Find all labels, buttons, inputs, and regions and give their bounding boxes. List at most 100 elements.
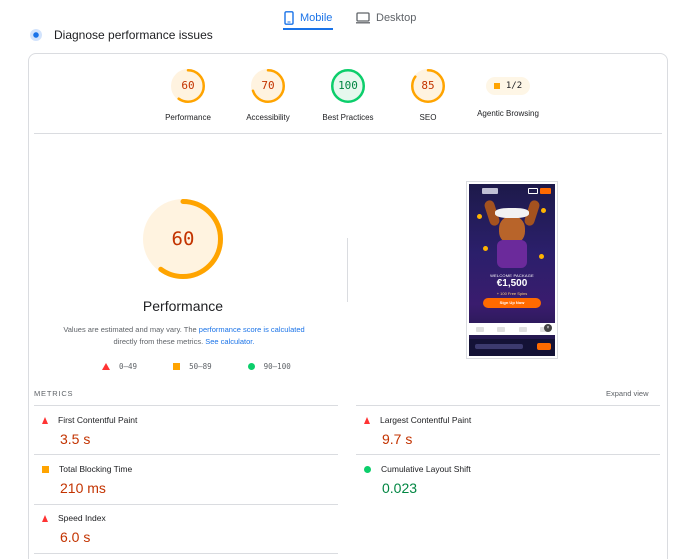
main-performance-gauge: 60 xyxy=(143,199,223,279)
note-text-1: Values are estimated and may vary. The xyxy=(63,325,199,334)
category-gauges: 60 Performance 70 Accessibility 100 Best… xyxy=(140,69,560,129)
mastercard-icon xyxy=(497,326,506,332)
metric-tbt-value: 210 ms xyxy=(60,480,106,496)
apple-pay-icon xyxy=(518,326,527,332)
cookie-bar-text xyxy=(475,344,523,349)
coin-icon xyxy=(541,208,546,213)
metric-tbt: Total Blocking Time 210 ms xyxy=(42,464,322,496)
agentic-badge-text: 1/2 xyxy=(505,81,523,91)
metric-si-name: Speed Index xyxy=(58,513,106,523)
coin-icon xyxy=(477,214,482,219)
performance-score-link[interactable]: performance score is calculated xyxy=(199,325,305,334)
final-screenshot[interactable]: WELCOME PACKAGE €1,500 + 100 Free Spins … xyxy=(466,181,558,359)
score-legend: 0–49 50–89 90–100 xyxy=(102,362,327,371)
metric-cls: Cumulative Layout Shift 0.023 xyxy=(364,464,644,496)
legend-pass-range: 90–100 xyxy=(263,362,291,371)
metric-si-value: 6.0 s xyxy=(60,529,91,545)
fail-triangle-icon xyxy=(42,514,48,522)
category-best-practices[interactable]: 100 Best Practices xyxy=(303,69,393,122)
divider xyxy=(34,405,338,406)
best-practices-score: 100 xyxy=(338,79,358,92)
metric-cls-value: 0.023 xyxy=(382,480,418,496)
metric-lcp-name: Largest Contentful Paint xyxy=(380,415,472,425)
diagnose-icon xyxy=(30,29,42,41)
see-calculator-link[interactable]: See calculator. xyxy=(205,337,254,346)
best-practices-label: Best Practices xyxy=(322,113,374,122)
tab-mobile-label: Mobile xyxy=(300,12,333,24)
fail-triangle-icon xyxy=(102,363,110,370)
performance-label: Performance xyxy=(165,113,211,122)
tab-desktop[interactable]: Desktop xyxy=(356,6,416,30)
main-performance-label: Performance xyxy=(142,298,224,314)
accessibility-label: Accessibility xyxy=(246,113,290,122)
category-performance[interactable]: 60 Performance xyxy=(143,69,233,122)
category-seo[interactable]: 85 SEO xyxy=(383,69,473,122)
agentic-label: Agentic Browsing xyxy=(477,109,539,118)
bonus-amount: €1,500 xyxy=(496,278,528,289)
expand-view-button[interactable]: Expand view xyxy=(606,389,649,398)
main-performance-score: 60 xyxy=(171,228,195,250)
metrics-heading: METRICS xyxy=(34,389,74,398)
performance-score: 60 xyxy=(181,79,195,92)
divider xyxy=(34,454,338,455)
metric-tbt-name: Total Blocking Time xyxy=(59,464,133,474)
accessibility-gauge: 70 xyxy=(251,69,285,103)
average-square-icon xyxy=(42,465,49,473)
payment-methods xyxy=(469,323,555,335)
site-signup-button xyxy=(540,188,551,194)
seo-gauge: 85 xyxy=(411,69,445,103)
smartphone-icon xyxy=(284,11,294,25)
divider xyxy=(356,454,660,455)
divider xyxy=(34,504,338,505)
metric-si: Speed Index 6.0 s xyxy=(42,513,322,545)
note-text-2: directly from these metrics. xyxy=(113,337,206,346)
legend-fail-range: 0–49 xyxy=(119,362,138,371)
fail-triangle-icon xyxy=(42,416,48,424)
monitor-icon xyxy=(356,12,370,24)
seo-score: 85 xyxy=(421,79,435,92)
mascot-illustration xyxy=(483,199,541,268)
cookie-bar xyxy=(469,339,555,356)
seo-label: SEO xyxy=(419,113,437,122)
active-tab-indicator xyxy=(283,28,333,30)
accessibility-score: 70 xyxy=(261,79,275,92)
legend-average: 50–89 xyxy=(173,362,212,371)
metric-cls-name: Cumulative Layout Shift xyxy=(381,464,471,474)
best-practices-gauge: 100 xyxy=(331,69,365,103)
metric-fcp-value: 3.5 s xyxy=(60,431,91,447)
mascot-hat xyxy=(495,208,529,218)
divider xyxy=(34,133,662,134)
visa-icon xyxy=(475,326,484,332)
cookie-accept-button xyxy=(537,343,551,350)
divider xyxy=(34,553,338,554)
divider xyxy=(356,405,660,406)
category-accessibility[interactable]: 70 Accessibility xyxy=(223,69,313,122)
agentic-badge: 1/2 xyxy=(486,77,530,95)
legend-average-range: 50–89 xyxy=(189,362,212,371)
close-icon: × xyxy=(544,324,552,332)
category-agentic-browsing[interactable]: 1/2 Agentic Browsing xyxy=(463,69,553,118)
metric-lcp: Largest Contentful Paint 9.7 s xyxy=(364,415,644,447)
sign-up-cta: Sign Up Now xyxy=(483,298,541,308)
tab-mobile[interactable]: Mobile xyxy=(284,6,332,30)
mascot-body xyxy=(497,240,527,268)
site-logo xyxy=(482,188,498,194)
section-title: Diagnose performance issues xyxy=(54,28,213,42)
performance-gauge: 60 xyxy=(171,69,205,103)
legend-fail: 0–49 xyxy=(102,362,137,371)
average-square-icon xyxy=(493,83,500,89)
diagnose-header: Diagnose performance issues xyxy=(30,28,213,42)
legend-pass: 90–100 xyxy=(247,362,291,371)
pass-circle-icon xyxy=(247,363,255,370)
screenshot-image: WELCOME PACKAGE €1,500 + 100 Free Spins … xyxy=(469,184,555,356)
site-header xyxy=(472,187,552,195)
metric-lcp-value: 9.7 s xyxy=(382,431,413,447)
free-spins: + 100 Free Spins xyxy=(496,291,528,296)
coin-icon xyxy=(539,254,544,259)
metric-fcp: First Contentful Paint 3.5 s xyxy=(42,415,322,447)
tab-desktop-label: Desktop xyxy=(376,12,417,24)
estimate-note: Values are estimated and may vary. The p… xyxy=(50,324,318,348)
pass-circle-icon xyxy=(364,465,371,473)
site-login-button xyxy=(528,188,538,194)
average-square-icon xyxy=(173,363,181,370)
